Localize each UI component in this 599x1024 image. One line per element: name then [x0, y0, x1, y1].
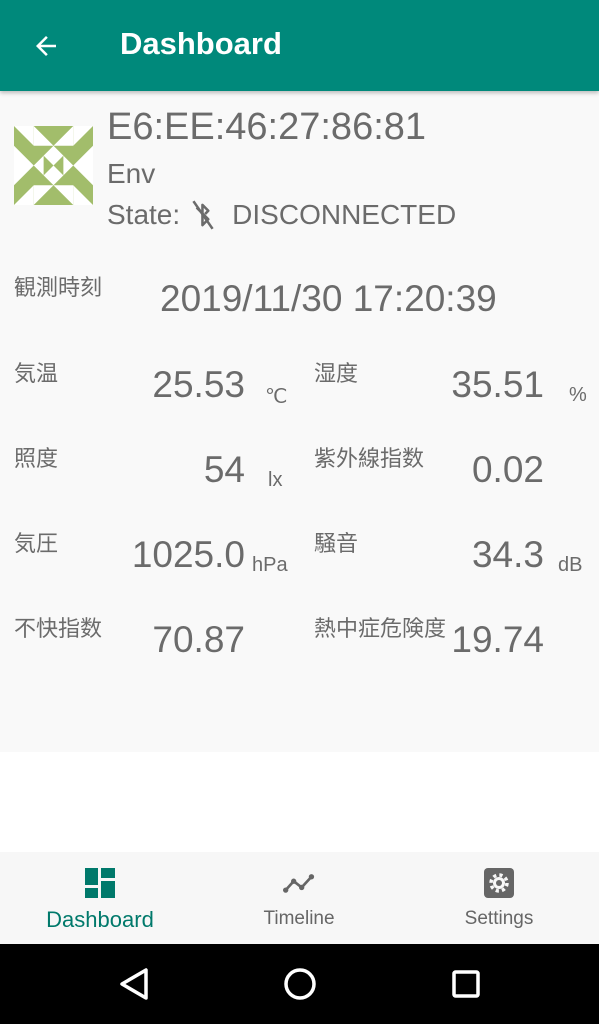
temperature-unit: ℃ [265, 386, 288, 408]
noise-label: 騒音 [314, 532, 359, 557]
heatstroke-risk-value: 19.74 [451, 619, 544, 660]
humidity-value: 35.51 [451, 364, 544, 405]
nav-home-icon[interactable] [280, 964, 320, 1004]
device-state: State: DISCONNECTED [107, 198, 456, 232]
nav-label-settings: Settings [464, 908, 534, 929]
uv-index-label: 紫外線指数 [314, 447, 425, 472]
discomfort-index-label: 不快指数 [14, 617, 103, 642]
observation-time-label: 観測時刻 [14, 276, 103, 301]
temperature-label: 気温 [14, 362, 59, 387]
device-identicon-icon [14, 126, 93, 205]
noise-value: 34.3 [471, 534, 544, 575]
nav-recents-icon[interactable] [446, 964, 486, 1004]
back-button[interactable] [22, 24, 70, 68]
discomfort-index-value: 70.87 [152, 619, 245, 660]
heatstroke-risk-label: 熱中症危険度 [314, 617, 447, 642]
state-label: State: [107, 199, 181, 230]
state-value: DISCONNECTED [232, 199, 457, 230]
humidity-label: 湿度 [314, 362, 359, 387]
nav-item-timeline[interactable]: Timeline [199, 852, 399, 944]
temperature-value: 25.53 [152, 364, 245, 405]
humidity-unit: % [569, 384, 587, 406]
settings-icon [484, 868, 514, 898]
bluetooth-disabled-icon [192, 200, 214, 230]
pressure-unit: hPa [252, 554, 288, 576]
illuminance-unit: lx [268, 469, 283, 491]
pressure-label: 気圧 [14, 532, 59, 557]
app-bar: Dashboard [0, 0, 599, 91]
uv-index-value: 0.02 [471, 449, 544, 490]
illuminance-label: 照度 [14, 447, 59, 472]
arrow-back-icon [36, 36, 56, 56]
noise-unit: dB [558, 554, 583, 576]
device-type: Env [107, 158, 156, 189]
timeline-icon [283, 874, 315, 893]
nav-label-timeline: Timeline [263, 908, 335, 929]
nav-back-icon[interactable] [114, 964, 154, 1004]
page-title: Dashboard [120, 26, 282, 61]
illuminance-value: 54 [203, 449, 245, 490]
bottom-navigation: Dashboard Timeline Settings [0, 852, 599, 944]
nav-item-settings[interactable]: Settings [399, 852, 599, 944]
system-navigation-bar [0, 944, 599, 1024]
pressure-value: 1025.0 [131, 534, 245, 575]
observation-time-value: 2019/11/30 17:20:39 [160, 278, 497, 319]
device-address: E6:EE:46:27:86:81 [107, 106, 427, 148]
nav-item-dashboard[interactable]: Dashboard [0, 852, 200, 944]
dashboard-icon [85, 868, 115, 898]
nav-label-dashboard: Dashboard [46, 907, 154, 932]
